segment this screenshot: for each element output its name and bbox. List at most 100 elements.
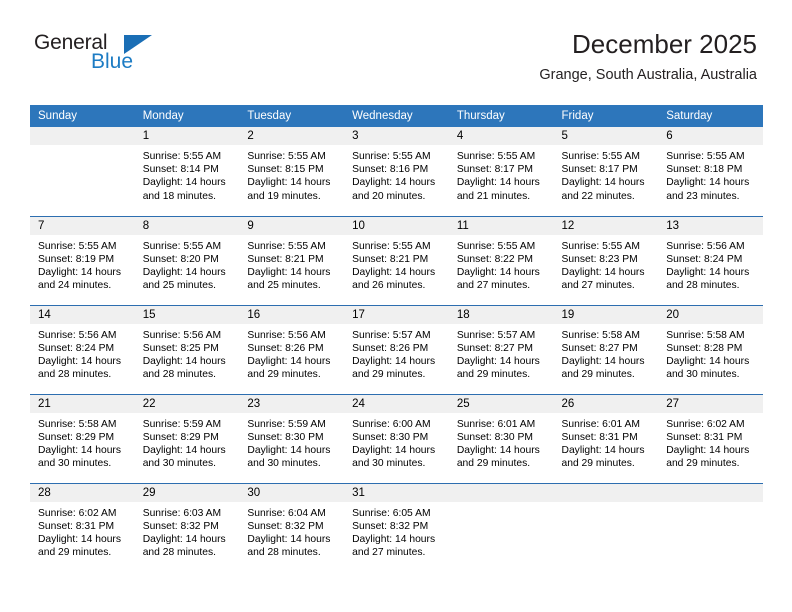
logo-text-blue: Blue: [91, 50, 134, 73]
day-number: 17: [344, 305, 449, 324]
sunrise-time: Sunrise: 5:59 AM: [247, 418, 326, 430]
sunrise-time: Sunrise: 6:04 AM: [247, 507, 326, 519]
sunrise-time: Sunrise: 5:57 AM: [352, 329, 431, 341]
calendar-day-cell[interactable]: 1 Sunrise: 5:55 AM Sunset: 8:14 PM Daylight…: [134, 127, 240, 216]
sunrise-time: Sunrise: 5:55 AM: [352, 240, 431, 252]
calendar-day-cell[interactable]: 31 Sunrise: 6:05 AM Sunset: 8:32 PM Dayligh…: [344, 482, 449, 572]
day-number: 1: [134, 127, 240, 145]
weekday-header-sunday: Sunday: [30, 105, 135, 127]
day-number: 30: [239, 483, 345, 502]
calendar-day-cell[interactable]: 25 Sunrise: 6:01 AM Sunset: 8:30 PM Dayligh…: [448, 393, 554, 483]
calendar-day-cell[interactable]: 24 Sunrise: 6:00 AM Sunset: 8:30 PM Dayligh…: [344, 393, 449, 483]
calendar-day-cell[interactable]: 9 Sunrise: 5:55 AM Sunset: 8:21 PM Daylight…: [239, 215, 345, 305]
calendar-body: 1 Sunrise: 5:55 AM Sunset: 8:14 PM Daylight…: [30, 127, 763, 572]
day-number: [553, 483, 659, 502]
calendar-day-cell[interactable]: 30 Sunrise: 6:04 AM Sunset: 8:32 PM Dayligh…: [239, 482, 345, 572]
calendar-day-cell[interactable]: 6 Sunrise: 5:55 AM Sunset: 8:18 PM Daylight…: [658, 127, 763, 216]
calendar-day-cell[interactable]: 17 Sunrise: 5:57 AM Sunset: 8:26 PM Dayligh…: [344, 304, 449, 394]
sunset-time: Sunset: 8:24 PM: [38, 342, 115, 354]
weekday-header-saturday: Saturday: [658, 105, 763, 127]
daylight-duration-line2: and 26 minutes.: [352, 280, 426, 292]
sunrise-time: Sunrise: 5:55 AM: [247, 240, 326, 252]
calendar-day-cell[interactable]: 21 Sunrise: 5:58 AM Sunset: 8:29 PM Dayligh…: [30, 393, 135, 483]
calendar-day-cell[interactable]: 14 Sunrise: 5:56 AM Sunset: 8:24 PM Dayligh…: [30, 304, 135, 394]
sunset-time: Sunset: 8:21 PM: [247, 253, 324, 265]
calendar-day-cell[interactable]: 10 Sunrise: 5:55 AM Sunset: 8:21 PM Dayligh…: [344, 215, 449, 305]
daylight-duration-line1: Daylight: 14 hours: [456, 177, 540, 189]
sunset-time: Sunset: 8:31 PM: [666, 431, 743, 443]
sunrise-time: Sunrise: 5:56 AM: [666, 240, 745, 252]
sunset-time: Sunset: 8:27 PM: [561, 342, 638, 354]
calendar-day-cell[interactable]: 13 Sunrise: 5:56 AM Sunset: 8:24 PM Dayligh…: [658, 215, 763, 305]
sunrise-time: Sunrise: 6:01 AM: [561, 418, 640, 430]
daylight-duration-line1: Daylight: 14 hours: [247, 355, 331, 367]
calendar-day-cell[interactable]: 23 Sunrise: 5:59 AM Sunset: 8:30 PM Dayligh…: [239, 393, 345, 483]
sunset-time: Sunset: 8:32 PM: [247, 520, 324, 532]
day-number: 18: [448, 305, 554, 324]
calendar-day-cell[interactable]: 22 Sunrise: 5:59 AM Sunset: 8:29 PM Dayligh…: [134, 393, 240, 483]
daylight-duration-line2: and 28 minutes.: [142, 547, 216, 559]
day-number: 10: [344, 216, 449, 235]
day-number: [30, 127, 135, 145]
daylight-duration-line1: Daylight: 14 hours: [456, 266, 540, 278]
daylight-duration-line2: and 30 minutes.: [247, 458, 321, 470]
sunset-time: Sunset: 8:17 PM: [561, 164, 638, 176]
day-details: Sunrise: 5:59 AM Sunset: 8:30 PM Daylight:…: [239, 413, 344, 471]
daylight-duration-line1: Daylight: 14 hours: [456, 444, 540, 456]
daylight-duration-line1: Daylight: 14 hours: [666, 266, 750, 278]
sunrise-sunset-calendar: Sunday Monday Tuesday Wednesday Thursday Frid…: [30, 105, 763, 572]
calendar-day-cell[interactable]: 11 Sunrise: 5:55 AM Sunset: 8:22 PM Dayligh…: [448, 215, 554, 305]
day-details: Sunrise: 5:55 AM Sunset: 8:17 PM Daylight:…: [554, 145, 659, 203]
sunset-time: Sunset: 8:27 PM: [456, 342, 533, 354]
calendar-day-cell[interactable]: 7 Sunrise: 5:55 AM Sunset: 8:19 PM Daylight…: [30, 215, 135, 305]
sunset-time: Sunset: 8:30 PM: [247, 431, 324, 443]
day-details: Sunrise: 5:55 AM Sunset: 8:20 PM Daylight:…: [135, 235, 240, 293]
calendar-day-cell[interactable]: 18 Sunrise: 5:57 AM Sunset: 8:27 PM Dayligh…: [448, 304, 554, 394]
sunset-time: Sunset: 8:31 PM: [38, 520, 115, 532]
daylight-duration-line1: Daylight: 14 hours: [352, 355, 436, 367]
daylight-duration-line1: Daylight: 14 hours: [456, 355, 540, 367]
sunset-time: Sunset: 8:22 PM: [456, 253, 533, 265]
calendar-day-cell[interactable]: 29 Sunrise: 6:03 AM Sunset: 8:32 PM Dayligh…: [134, 482, 240, 572]
calendar-day-cell[interactable]: 16 Sunrise: 5:56 AM Sunset: 8:26 PM Dayligh…: [239, 304, 345, 394]
calendar-day-cell[interactable]: 28 Sunrise: 6:02 AM Sunset: 8:31 PM Dayligh…: [30, 482, 135, 572]
calendar-day-cell-empty: [30, 127, 135, 216]
day-details: Sunrise: 5:58 AM Sunset: 8:27 PM Daylight:…: [554, 324, 659, 382]
day-number: 4: [448, 127, 554, 145]
calendar-day-cell[interactable]: 26 Sunrise: 6:01 AM Sunset: 8:31 PM Dayligh…: [553, 393, 659, 483]
day-number: 22: [134, 394, 240, 413]
day-number: 5: [553, 127, 659, 145]
calendar-day-cell[interactable]: 5 Sunrise: 5:55 AM Sunset: 8:17 PM Daylight…: [553, 127, 659, 216]
daylight-duration-line2: and 28 minutes.: [38, 369, 112, 381]
day-number: 13: [658, 216, 763, 235]
daylight-duration-line2: and 27 minutes.: [456, 280, 531, 292]
calendar-day-cell[interactable]: 8 Sunrise: 5:55 AM Sunset: 8:20 PM Daylight…: [134, 215, 240, 305]
sunrise-time: Sunrise: 6:05 AM: [352, 507, 431, 519]
day-details: Sunrise: 5:59 AM Sunset: 8:29 PM Daylight:…: [135, 413, 240, 471]
daylight-duration-line2: and 30 minutes.: [38, 458, 112, 470]
calendar-day-cell[interactable]: 20 Sunrise: 5:58 AM Sunset: 8:28 PM Dayligh…: [658, 304, 763, 394]
day-number: 29: [134, 483, 240, 502]
sunrise-time: Sunrise: 6:02 AM: [38, 507, 117, 519]
sunrise-time: Sunrise: 5:55 AM: [456, 151, 536, 162]
day-number: 20: [658, 305, 763, 324]
calendar-day-cell[interactable]: 4 Sunrise: 5:55 AM Sunset: 8:17 PM Daylight…: [448, 127, 554, 216]
calendar-day-cell[interactable]: 19 Sunrise: 5:58 AM Sunset: 8:27 PM Dayligh…: [553, 304, 659, 394]
calendar-day-cell[interactable]: 3 Sunrise: 5:55 AM Sunset: 8:16 PM Daylight…: [344, 127, 449, 216]
sunrise-time: Sunrise: 5:58 AM: [666, 329, 745, 341]
day-details: Sunrise: 5:56 AM Sunset: 8:24 PM Daylight:…: [658, 235, 763, 293]
calendar-day-cell[interactable]: 27 Sunrise: 6:02 AM Sunset: 8:31 PM Dayligh…: [658, 393, 763, 483]
location-subtitle: Grange, South Australia, Australia: [539, 66, 757, 83]
calendar-day-cell[interactable]: 15 Sunrise: 5:56 AM Sunset: 8:25 PM Dayligh…: [134, 304, 240, 394]
daylight-duration-line2: and 21 minutes.: [456, 190, 531, 202]
day-number: 15: [134, 305, 240, 324]
weekday-header-thursday: Thursday: [448, 105, 554, 127]
daylight-duration-line1: Daylight: 14 hours: [142, 444, 226, 456]
day-details: Sunrise: 5:55 AM Sunset: 8:16 PM Daylight:…: [344, 145, 449, 203]
daylight-duration-line2: and 27 minutes.: [561, 280, 635, 292]
sunrise-time: Sunrise: 6:03 AM: [142, 507, 222, 519]
calendar-day-cell[interactable]: 2 Sunrise: 5:55 AM Sunset: 8:15 PM Daylight…: [239, 127, 345, 216]
daylight-duration-line2: and 24 minutes.: [38, 280, 112, 292]
day-number: [658, 483, 763, 502]
calendar-day-cell[interactable]: 12 Sunrise: 5:55 AM Sunset: 8:23 PM Dayligh…: [553, 215, 659, 305]
